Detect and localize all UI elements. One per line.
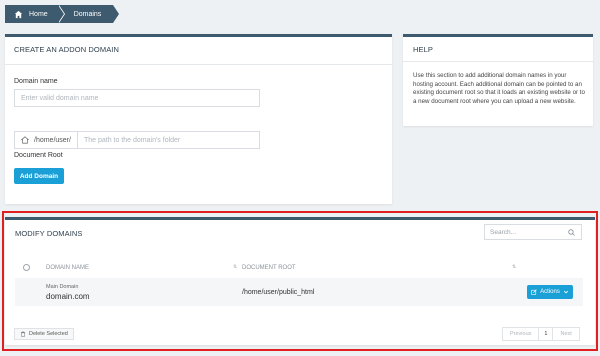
actions-button[interactable]: Actions: [527, 285, 573, 299]
panel-title: CREATE AN ADDON DOMAIN: [14, 45, 119, 54]
help-title: HELP: [413, 45, 433, 54]
column-document-root[interactable]: DOCUMENT ROOT: [242, 265, 296, 271]
document-root-prefix: /home/user/: [15, 132, 78, 148]
help-panel: HELP Use this section to add additional …: [403, 34, 593, 126]
divider: [5, 64, 392, 65]
breadcrumb: Home Domains: [5, 5, 119, 23]
trash-icon: [20, 331, 26, 337]
home-folder-icon: [21, 136, 29, 144]
add-domain-button[interactable]: Add Domain: [14, 168, 64, 184]
domain-name-label: Domain name: [14, 78, 58, 85]
home-icon: [14, 10, 23, 18]
main-domain-tag: Main Domain: [46, 284, 79, 290]
search-icon: [568, 229, 575, 236]
delete-selected-label: Delete Selected: [29, 331, 68, 337]
create-addon-domain-panel: CREATE AN ADDON DOMAIN Domain name Enter…: [5, 34, 392, 204]
document-root-placeholder: The path to the domain's folder: [83, 136, 181, 144]
pagination-page[interactable]: 1: [538, 328, 554, 340]
sort-icon[interactable]: ⇅: [233, 264, 237, 270]
actions-label: Actions: [540, 289, 560, 295]
chevron-down-icon: [563, 290, 568, 294]
breadcrumb-domains[interactable]: Domains: [57, 5, 119, 23]
pagination-previous[interactable]: Previous: [503, 328, 538, 340]
modify-domains-panel: MODIFY DOMAINS Search... DOMAIN NAME ⇅ D…: [5, 217, 595, 345]
search-input[interactable]: Search...: [484, 224, 582, 240]
help-text: Use this section to add additional domai…: [413, 72, 585, 105]
sort-icon[interactable]: ⇅: [512, 264, 516, 270]
domain-name-placeholder: Enter valid domain name: [21, 94, 99, 102]
domain-name-input[interactable]: Enter valid domain name: [14, 89, 260, 107]
table-header: DOMAIN NAME ⇅ DOCUMENT ROOT ⇅: [15, 258, 583, 278]
select-all-checkbox[interactable]: [23, 264, 30, 271]
divider: [403, 61, 593, 62]
document-root-prefix-text: /home/user/: [34, 136, 71, 144]
document-root-label: Document Root: [14, 152, 63, 159]
pagination-next[interactable]: Next: [553, 328, 578, 340]
breadcrumb-home-label: Home: [29, 10, 48, 18]
search-placeholder: Search...: [490, 228, 517, 236]
table-row: Main Domain domain.com /home/user/public…: [15, 278, 583, 306]
modify-domains-title: MODIFY DOMAINS: [15, 229, 83, 238]
pagination: Previous 1 Next: [502, 327, 580, 341]
domain-name-cell: domain.com: [46, 292, 90, 301]
document-root-cell: /home/user/public_html: [242, 289, 315, 296]
edit-icon: [531, 289, 537, 295]
column-domain-name[interactable]: DOMAIN NAME: [46, 265, 89, 271]
breadcrumb-home[interactable]: Home: [5, 5, 65, 23]
breadcrumb-domains-label: Domains: [73, 10, 102, 18]
document-root-input[interactable]: /home/user/ The path to the domain's fol…: [14, 131, 260, 149]
delete-selected-button[interactable]: Delete Selected: [14, 328, 74, 340]
